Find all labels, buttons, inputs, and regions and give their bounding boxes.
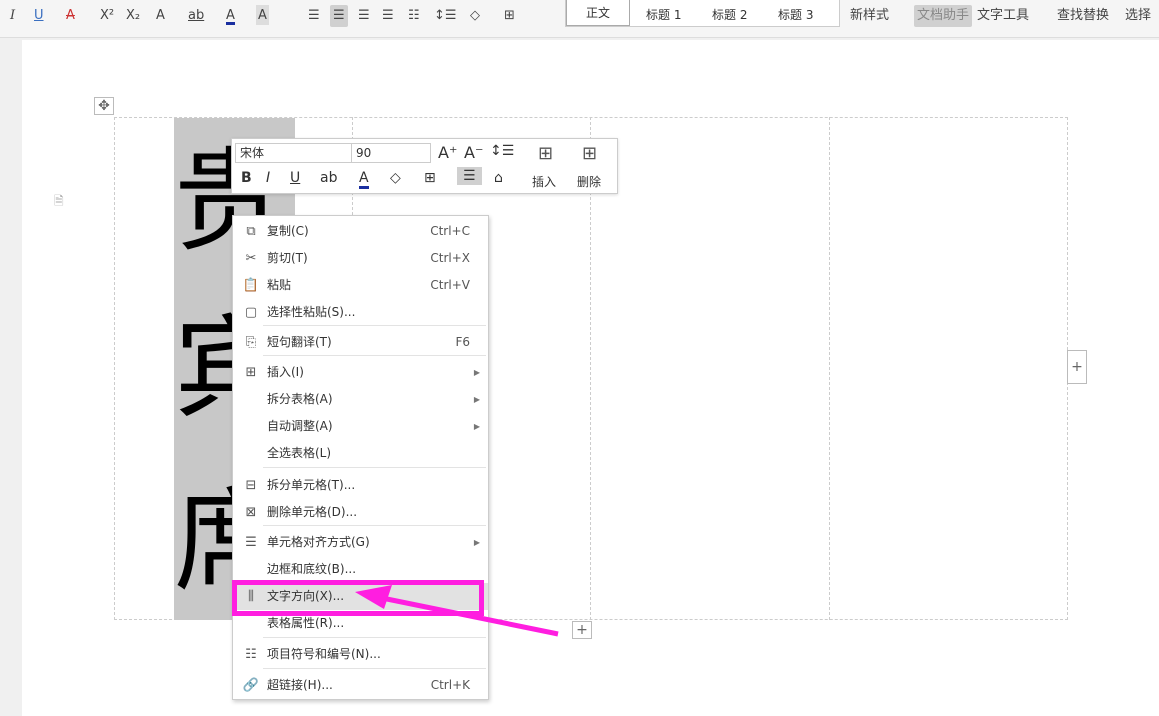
annotation-arrow xyxy=(355,585,559,637)
